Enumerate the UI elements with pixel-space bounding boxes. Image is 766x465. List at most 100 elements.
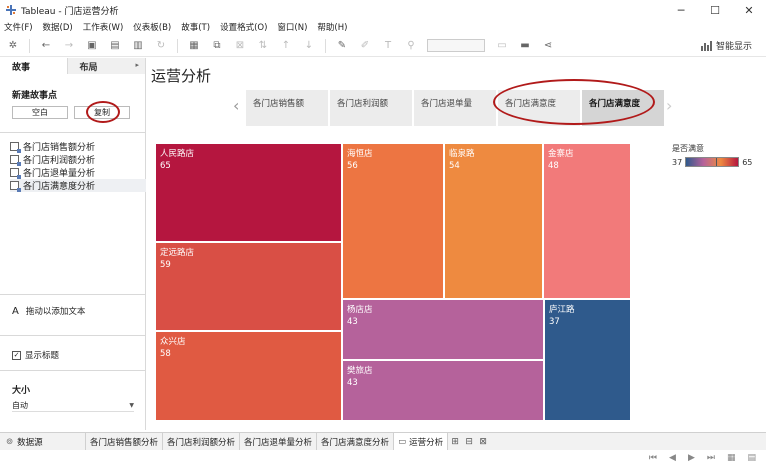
save-icon[interactable]: ▣ [85, 39, 99, 53]
bar-chart-icon [700, 40, 712, 51]
menu-window[interactable]: 窗口(N) [277, 21, 307, 33]
cell-value: 58 [160, 349, 171, 359]
menu-format[interactable]: 设置格式(O) [220, 21, 267, 33]
sheet-item[interactable]: 各门店满意度分析 [10, 179, 146, 192]
toolbar-separator [177, 38, 178, 53]
menu-file[interactable]: 文件(F) [4, 21, 33, 33]
cell-value: 56 [347, 161, 358, 171]
new-sheet-icon[interactable]: ▦ [187, 39, 201, 53]
prev-page-icon[interactable]: ◀ [669, 453, 676, 463]
close-button[interactable]: ✕ [732, 0, 766, 20]
first-page-icon[interactable]: ⏮ [649, 453, 657, 463]
new-worksheet-icon[interactable]: ⊞ [448, 433, 462, 450]
show-cards-icon[interactable]: ▭ [495, 39, 509, 53]
new-datasource-icon[interactable]: ▤ [108, 39, 122, 53]
size-dropdown[interactable]: 自动 ▼ [12, 400, 134, 412]
treemap-cell[interactable]: 杨店店 43 [342, 299, 544, 360]
clear-sheet-icon[interactable]: ⊠ [233, 39, 247, 53]
treemap-cell[interactable]: 人民路店 65 [155, 143, 342, 242]
story-title: 运营分析 [151, 67, 212, 85]
cell-label: 众兴店 [160, 337, 186, 347]
divider [0, 132, 146, 133]
smart-show-button[interactable]: 智能显示 [700, 39, 752, 52]
refresh-icon[interactable]: ↻ [154, 39, 168, 53]
window-title: Tableau - 门店运营分析 [21, 6, 119, 17]
menu-dashboard[interactable]: 仪表板(B) [133, 21, 171, 33]
story-tab-label: 运营分析 [409, 437, 444, 448]
cell-label: 樊旅店 [347, 366, 373, 376]
sort-desc-icon[interactable]: ↓ [302, 39, 316, 53]
sheet-item-label: 各门店销售额分析 [23, 143, 96, 153]
treemap-cell[interactable]: 樊旅店 43 [342, 360, 544, 421]
treemap-cell[interactable]: 海恒店 56 [342, 143, 444, 299]
last-page-icon[interactable]: ⏭ [707, 453, 715, 463]
sheet-tab[interactable]: 各门店销售额分析 [86, 433, 164, 450]
worksheet-icon [10, 168, 21, 179]
minimize-button[interactable]: ─ [664, 0, 698, 20]
text-object-icon: A [12, 305, 19, 317]
back-icon[interactable]: ← [39, 39, 53, 53]
story-point[interactable]: 各门店退单量 [414, 90, 496, 126]
new-dashboard-icon[interactable]: ⊟ [462, 433, 476, 450]
sheet-item[interactable]: 各门店销售额分析 [10, 140, 146, 153]
tableau-logo-icon [6, 5, 16, 15]
story-point[interactable]: 各门店利润额 [330, 90, 412, 126]
size-value: 自动 [12, 401, 28, 410]
story-panel: 故事 布局 ▸ 新建故事点 空白 复制 各门店销售额分析 各门店利润额分析 各门… [0, 58, 146, 430]
annotation-ring [86, 101, 120, 123]
sheet-item-label: 各门店退单量分析 [23, 169, 96, 179]
blank-button[interactable]: 空白 [12, 106, 68, 119]
forward-icon[interactable]: → [62, 39, 76, 53]
list-view-icon[interactable]: ▤ [747, 453, 756, 463]
pin-icon[interactable]: ⚲ [404, 39, 418, 53]
story-point[interactable]: 各门店销售额 [246, 90, 328, 126]
story-tab[interactable]: ▭ 运营分析 [394, 433, 449, 450]
prev-story-point-icon[interactable]: ‹ [233, 96, 239, 115]
tab-layout[interactable]: 布局 ▸ [67, 58, 145, 74]
sort-asc-icon[interactable]: ↑ [279, 39, 293, 53]
next-story-point-icon[interactable]: › [666, 96, 672, 115]
new-story-icon[interactable]: ⊠ [476, 433, 490, 450]
next-page-icon[interactable]: ▶ [688, 453, 695, 463]
treemap-cell[interactable]: 金寨店 48 [543, 143, 631, 299]
pause-updates-icon[interactable]: ▥ [131, 39, 145, 53]
dropdown-caret-icon[interactable]: ▸ [135, 61, 139, 69]
drag-text-object[interactable]: A 拖动以添加文本 [12, 305, 85, 318]
menu-worksheet[interactable]: 工作表(W) [83, 21, 124, 33]
sheet-tab[interactable]: 各门店退单量分析 [240, 433, 318, 450]
show-title-checkbox[interactable]: ✓ [12, 350, 21, 360]
sheet-item[interactable]: 各门店退单量分析 [10, 166, 146, 179]
cell-value: 43 [347, 378, 358, 388]
divider [0, 335, 146, 336]
presentation-icon[interactable]: ▬ [518, 39, 532, 53]
treemap-cell[interactable]: 临泉路 54 [444, 143, 543, 299]
worksheet-icon [10, 155, 21, 166]
sheet-tab[interactable]: 各门店满意度分析 [317, 433, 395, 450]
tab-story[interactable]: 故事 [0, 58, 68, 74]
duplicate-sheet-icon[interactable]: ⧉ [210, 39, 224, 53]
maximize-button[interactable]: ☐ [698, 0, 732, 20]
label-icon[interactable]: T [381, 39, 395, 53]
size-heading: 大小 [12, 386, 31, 396]
menu-help[interactable]: 帮助(H) [317, 21, 347, 33]
show-title-option[interactable]: ✓ 显示标题 [12, 349, 59, 361]
menu-data[interactable]: 数据(D) [43, 21, 73, 33]
sheet-item[interactable]: 各门店利润额分析 [10, 153, 146, 166]
group-icon[interactable]: ✐ [358, 39, 372, 53]
fit-dropdown[interactable] [427, 39, 485, 52]
treemap-cell[interactable]: 众兴店 58 [155, 331, 342, 421]
sheet-tab[interactable]: 各门店利润额分析 [163, 433, 241, 450]
treemap-cell[interactable]: 庐江路 37 [544, 299, 631, 421]
highlight-icon[interactable]: ✎ [335, 39, 349, 53]
story-icon: ▭ [398, 436, 407, 447]
treemap-cell[interactable]: 定远路店 59 [155, 242, 342, 331]
grid-view-icon[interactable]: ▦ [727, 453, 736, 463]
share-icon[interactable]: ⋖ [541, 39, 555, 53]
cell-value: 54 [449, 161, 460, 171]
cell-value: 37 [549, 317, 560, 327]
tableau-home-icon[interactable]: ✲ [6, 39, 20, 53]
menu-story[interactable]: 故事(T) [181, 21, 210, 33]
swap-icon[interactable]: ⇅ [256, 39, 270, 53]
legend-gradient [685, 157, 740, 167]
tab-data-source[interactable]: ⊚ 数据源 [0, 433, 86, 450]
